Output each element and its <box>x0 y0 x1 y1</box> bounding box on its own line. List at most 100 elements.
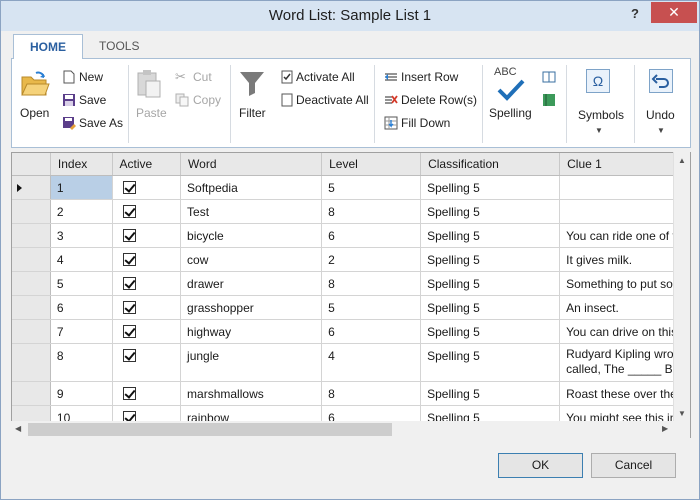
active-checkbox[interactable] <box>122 386 136 400</box>
cell-clue[interactable]: An insect. <box>559 295 690 320</box>
thesaurus-icon[interactable] <box>542 93 556 107</box>
cell-classification[interactable]: Spelling 5 <box>420 343 561 382</box>
cell-clue[interactable]: You can ride one of t <box>559 223 690 248</box>
cell-index[interactable]: 8 <box>50 343 113 382</box>
horizontal-scroll-thumb[interactable] <box>28 423 392 436</box>
cell-clue[interactable] <box>559 175 690 200</box>
active-checkbox[interactable] <box>122 348 136 362</box>
cell-active[interactable] <box>112 381 182 406</box>
table-row[interactable]: 2 Test 8 Spelling 5 <box>12 199 690 224</box>
row-header[interactable] <box>12 343 51 382</box>
cell-classification[interactable]: Spelling 5 <box>420 223 561 248</box>
active-checkbox[interactable] <box>122 180 136 194</box>
row-header[interactable] <box>12 381 51 406</box>
cell-classification[interactable]: Spelling 5 <box>420 247 561 272</box>
row-header[interactable] <box>12 247 51 272</box>
table-row[interactable]: 6 grasshopper 5 Spelling 5 An insect. <box>12 295 690 320</box>
active-checkbox[interactable] <box>122 324 136 338</box>
cell-level[interactable]: 5 <box>321 295 422 320</box>
tab-home[interactable]: HOME <box>13 34 83 59</box>
column-header-word[interactable]: Word <box>180 153 323 176</box>
row-header[interactable] <box>12 319 51 344</box>
cell-word[interactable]: cow <box>180 247 323 272</box>
cell-index[interactable]: 1 <box>50 175 113 200</box>
cell-level[interactable]: 4 <box>321 343 422 382</box>
cell-word[interactable]: Test <box>180 199 323 224</box>
table-row[interactable]: 7 highway 6 Spelling 5 You can drive on … <box>12 319 690 344</box>
cell-index[interactable]: 2 <box>50 199 113 224</box>
cell-classification[interactable]: Spelling 5 <box>420 271 561 296</box>
column-header-classification[interactable]: Classification <box>420 153 561 176</box>
table-row[interactable]: 4 cow 2 Spelling 5 It gives milk. <box>12 247 690 272</box>
row-header[interactable] <box>12 199 51 224</box>
active-checkbox[interactable] <box>122 204 136 218</box>
active-checkbox[interactable] <box>122 252 136 266</box>
cell-level[interactable]: 5 <box>321 175 422 200</box>
cell-word[interactable]: bicycle <box>180 223 323 248</box>
scroll-up-icon[interactable]: ▲ <box>678 156 686 165</box>
cell-index[interactable]: 9 <box>50 381 113 406</box>
cell-index[interactable]: 3 <box>50 223 113 248</box>
cancel-button[interactable]: Cancel <box>591 453 676 478</box>
cell-active[interactable] <box>112 319 182 344</box>
cell-level[interactable]: 6 <box>321 319 422 344</box>
table-row[interactable]: 9 marshmallows 8 Spelling 5 Roast these … <box>12 381 690 406</box>
cell-level[interactable]: 8 <box>321 381 422 406</box>
column-header-active[interactable]: Active <box>112 153 182 176</box>
cell-level[interactable]: 8 <box>321 271 422 296</box>
table-row[interactable]: 8 jungle 4 Spelling 5 Rudyard Kipling wr… <box>12 343 690 382</box>
cell-clue[interactable] <box>559 199 690 224</box>
cell-active[interactable] <box>112 343 182 382</box>
cell-word[interactable]: highway <box>180 319 323 344</box>
cell-active[interactable] <box>112 271 182 296</box>
help-button[interactable]: ? <box>625 4 645 24</box>
table-row[interactable]: 3 bicycle 6 Spelling 5 You can ride one … <box>12 223 690 248</box>
cell-classification[interactable]: Spelling 5 <box>420 295 561 320</box>
tab-tools[interactable]: TOOLS <box>83 34 155 59</box>
cell-word[interactable]: jungle <box>180 343 323 382</box>
column-header-level[interactable]: Level <box>321 153 422 176</box>
active-checkbox[interactable] <box>122 228 136 242</box>
cell-level[interactable]: 6 <box>321 223 422 248</box>
close-button[interactable]: ✕ <box>651 2 697 23</box>
active-checkbox[interactable] <box>122 300 136 314</box>
scroll-down-icon[interactable]: ▼ <box>678 409 686 418</box>
cell-index[interactable]: 4 <box>50 247 113 272</box>
table-row[interactable]: 1 Softpedia 5 Spelling 5 <box>12 175 690 200</box>
cell-index[interactable]: 5 <box>50 271 113 296</box>
cell-active[interactable] <box>112 247 182 272</box>
row-header[interactable] <box>12 271 51 296</box>
row-header[interactable] <box>12 223 51 248</box>
column-header-index[interactable]: Index <box>50 153 113 176</box>
cell-index[interactable]: 6 <box>50 295 113 320</box>
cell-classification[interactable]: Spelling 5 <box>420 319 561 344</box>
horizontal-scrollbar[interactable]: ◀ ▶ <box>11 421 690 438</box>
column-header-clue-1[interactable]: Clue 1 <box>559 153 690 176</box>
cell-word[interactable]: Softpedia <box>180 175 323 200</box>
cell-word[interactable]: drawer <box>180 271 323 296</box>
row-header[interactable] <box>12 295 51 320</box>
cell-level[interactable]: 8 <box>321 199 422 224</box>
vertical-scrollbar[interactable]: ▲ ▼ <box>673 152 690 422</box>
cell-active[interactable] <box>112 175 182 200</box>
cell-level[interactable]: 2 <box>321 247 422 272</box>
cell-word[interactable]: marshmallows <box>180 381 323 406</box>
cell-index[interactable]: 7 <box>50 319 113 344</box>
cell-word[interactable]: grasshopper <box>180 295 323 320</box>
cell-classification[interactable]: Spelling 5 <box>420 199 561 224</box>
cell-classification[interactable]: Spelling 5 <box>420 381 561 406</box>
table-row[interactable]: 5 drawer 8 Spelling 5 Something to put s… <box>12 271 690 296</box>
book-icon[interactable] <box>542 70 556 84</box>
cell-active[interactable] <box>112 199 182 224</box>
scroll-right-icon[interactable]: ▶ <box>662 424 668 433</box>
cell-classification[interactable]: Spelling 5 <box>420 175 561 200</box>
active-checkbox[interactable] <box>122 276 136 290</box>
row-header[interactable] <box>12 175 51 200</box>
cell-clue[interactable]: Rudyard Kipling wrot called, The _____ B… <box>559 343 690 382</box>
cell-clue[interactable]: Roast these over the <box>559 381 690 406</box>
cell-active[interactable] <box>112 295 182 320</box>
ok-button[interactable]: OK <box>498 453 583 478</box>
cell-clue[interactable]: Something to put soc <box>559 271 690 296</box>
scroll-left-icon[interactable]: ◀ <box>15 424 21 433</box>
cell-clue[interactable]: It gives milk. <box>559 247 690 272</box>
